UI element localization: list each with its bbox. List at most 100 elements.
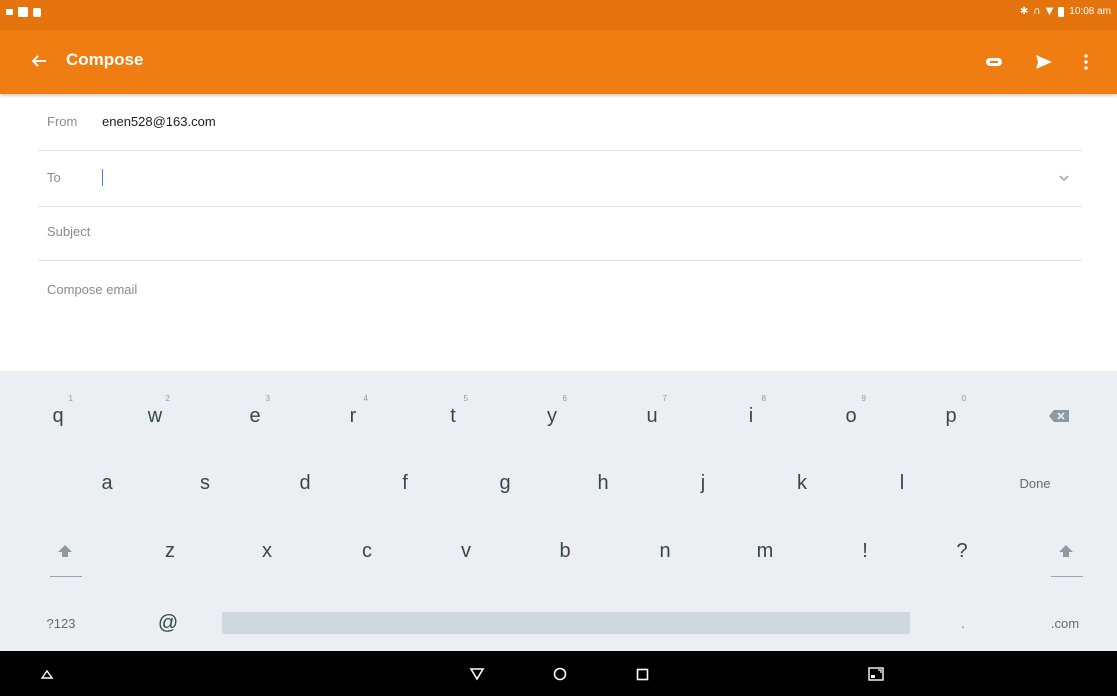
period-key[interactable]: . [918,593,1008,653]
subject-input[interactable]: Subject [47,224,90,239]
key-f[interactable]: f [360,453,450,513]
key-label: ! [862,539,868,562]
key-x[interactable]: x [222,521,312,581]
key-hint: 5 [463,394,468,403]
space-bar[interactable] [222,612,910,634]
subject-row[interactable]: Subject [38,204,1082,261]
attach-button[interactable] [980,48,1008,76]
to-label: To [47,170,61,185]
lock-icon [33,7,41,17]
key-label: ? [956,539,968,562]
key-label: x [262,539,272,562]
key-m[interactable]: m [720,521,810,581]
key-label: v [461,539,471,562]
shift-key-left[interactable] [20,521,110,581]
key-label: z [165,539,175,562]
compose-body-placeholder: Compose email [47,282,138,297]
key-l[interactable]: l [857,453,947,513]
soft-keyboard: q1 w2 e3 r4 t5 y6 u7 i8 o9 p0 a s d f g … [0,371,1117,651]
shift-icon [58,545,72,557]
send-icon [1036,55,1052,69]
hide-keyboard-button[interactable] [34,661,60,687]
shift-icon [1059,545,1073,557]
key-label: e [249,404,261,427]
screen-mode-button[interactable] [863,661,889,687]
key-q[interactable]: q1 [13,386,103,446]
bluetooth-icon: ✱ [1019,6,1029,17]
key-label: d [299,471,311,494]
message-icon [18,7,28,17]
key-k[interactable]: k [757,453,847,513]
from-value[interactable]: enen528@163.com [102,114,216,129]
key-hint: 4 [363,394,368,403]
key-y[interactable]: y6 [507,386,597,446]
key-g[interactable]: g [460,453,550,513]
key-w[interactable]: w2 [110,386,200,446]
more-options-button[interactable] [1072,48,1100,76]
key-h[interactable]: h [558,453,648,513]
key-hint: 7 [662,394,667,403]
shift-indicator [50,576,82,577]
home-button[interactable] [547,661,573,687]
recents-button[interactable] [629,661,655,687]
key-label: r [349,404,357,427]
key-n[interactable]: n [620,521,710,581]
at-key[interactable]: @ [123,593,213,653]
key-s[interactable]: s [160,453,250,513]
key-z[interactable]: z [125,521,215,581]
shift-key-right[interactable] [1021,521,1111,581]
status-left-icons [6,7,41,17]
key-hint: 2 [165,394,170,403]
key-u[interactable]: u7 [607,386,697,446]
from-label: From [47,114,78,129]
key-question[interactable]: ? [917,521,1007,581]
key-label: h [597,471,609,494]
key-v[interactable]: v [421,521,511,581]
key-o[interactable]: o9 [806,386,896,446]
key-j[interactable]: j [658,453,748,513]
back-arrow-button[interactable] [26,48,52,74]
send-button[interactable] [1030,48,1058,76]
key-i[interactable]: i8 [706,386,796,446]
done-key[interactable]: Done [990,453,1080,513]
key-label: n [659,539,671,562]
headset-icon: ∩ [1033,6,1041,17]
key-label: q [52,404,64,427]
back-button[interactable] [464,661,490,687]
key-d[interactable]: d [260,453,350,513]
key-e[interactable]: e3 [210,386,300,446]
dotcom-key[interactable]: .com [1020,593,1110,653]
status-right-icons: ✱ ∩ ▼ 10:08 am [1020,6,1111,17]
attach-icon [986,58,1002,66]
key-hint: 9 [861,394,866,403]
back-icon [469,668,485,681]
key-label: t [450,404,456,427]
from-row[interactable]: From enen528@163.com [38,94,1082,151]
key-label: w [147,404,163,427]
key-hint: 1 [68,394,73,403]
key-a[interactable]: a [62,453,152,513]
key-label: c [362,539,372,562]
key-hint: 8 [761,394,766,403]
app-bar: Compose [0,30,1117,94]
cc-bcc-expand-button[interactable] [1054,168,1074,188]
key-hint: 3 [265,394,270,403]
to-row[interactable]: To [38,150,1082,207]
screen-mode-icon [868,667,884,681]
shift-indicator [1051,576,1083,577]
symbols-key[interactable]: ?123 [16,593,106,653]
key-b[interactable]: b [520,521,610,581]
navigation-bar [0,651,1117,696]
compose-body[interactable]: Compose email [38,260,1082,370]
key-c[interactable]: c [322,521,412,581]
backspace-key[interactable] [1014,386,1104,446]
status-time: 10:08 am [1069,6,1111,17]
key-label: l [899,471,905,494]
key-p[interactable]: p0 [906,386,996,446]
wifi-icon: ▼ [1045,6,1054,17]
key-r[interactable]: r4 [308,386,398,446]
key-exclamation[interactable]: ! [820,521,910,581]
key-label: j [700,471,706,494]
key-label: p [945,404,957,427]
key-t[interactable]: t5 [408,386,498,446]
